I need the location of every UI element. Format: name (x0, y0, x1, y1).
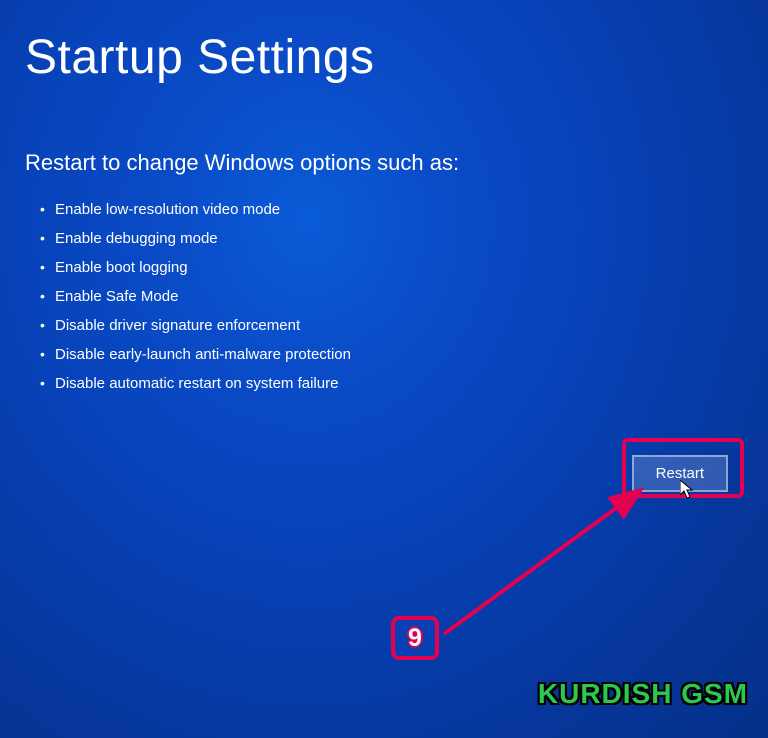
list-item: Disable driver signature enforcement (40, 317, 743, 334)
list-item: Disable automatic restart on system fail… (40, 375, 743, 392)
list-item: Disable early-launch anti-malware protec… (40, 346, 743, 363)
page-title: Startup Settings (25, 30, 743, 85)
options-list: Enable low-resolution video mode Enable … (25, 201, 743, 392)
list-item: Enable boot logging (40, 259, 743, 276)
step-number-annotation: 9 (391, 616, 439, 660)
page-subtitle: Restart to change Windows options such a… (25, 150, 743, 176)
restart-button[interactable]: Restart (632, 455, 728, 492)
arrow-annotation (440, 486, 650, 636)
list-item: Enable Safe Mode (40, 288, 743, 305)
list-item: Enable debugging mode (40, 230, 743, 247)
list-item: Enable low-resolution video mode (40, 201, 743, 218)
watermark-text: KURDISH GSM (538, 678, 748, 710)
step-number-label: 9 (408, 624, 422, 653)
